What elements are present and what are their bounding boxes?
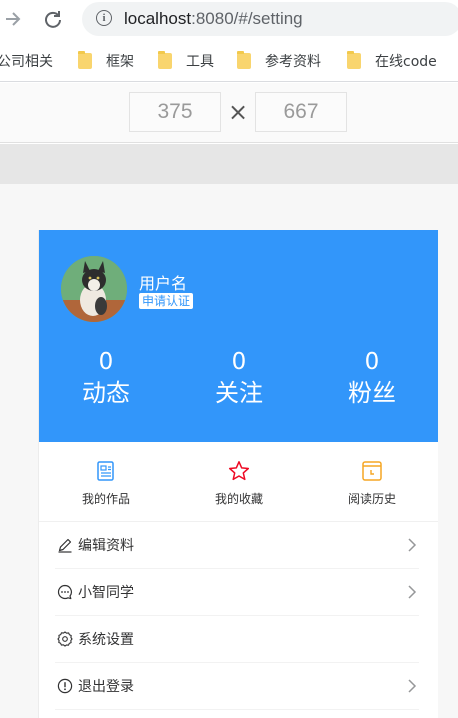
folder-icon (78, 51, 92, 69)
grid-item-reading-history[interactable]: 阅读历史 (305, 442, 438, 522)
bookmarks-bar: 公司相关 框架 工具 参考资料 在线code (0, 38, 458, 82)
mobile-app-viewport: 用户名 申请认证 0 动态 0 关注 0 粉丝 我的作品 我的收藏 阅读历史 编… (38, 230, 438, 718)
settings-icon (57, 631, 73, 647)
chevron-right-icon (405, 537, 419, 553)
divider (55, 709, 419, 710)
bookmark-tools[interactable]: 工具 (158, 51, 214, 71)
apply-verification-badge[interactable]: 申请认证 (139, 293, 194, 309)
history-icon (361, 460, 383, 482)
folder-icon (237, 51, 251, 69)
forward-arrow-icon[interactable] (2, 8, 24, 30)
bookmark-online-code[interactable]: 在线code (347, 51, 437, 71)
menu-xiaozhi-assistant[interactable]: 小智同学 (39, 569, 438, 616)
bookmark-label: 在线code (375, 54, 437, 70)
stat-followers[interactable]: 0 粉丝 (305, 348, 438, 410)
chevron-right-icon (405, 678, 419, 694)
stat-value: 0 (98, 349, 114, 375)
menu-edit-profile[interactable]: 编辑资料 (39, 522, 438, 569)
grid-item-my-works[interactable]: 我的作品 (39, 442, 173, 522)
shortcut-grid: 我的作品 我的收藏 阅读历史 (39, 442, 438, 522)
chevron-right-icon (405, 584, 419, 600)
grid-label: 我的作品 (81, 492, 130, 506)
folder-icon (158, 51, 172, 69)
bookmark-label: 参考资料 (265, 54, 321, 70)
browser-address-bar: i localhost:8080/#/setting (0, 0, 458, 38)
avatar[interactable] (61, 256, 127, 322)
menu-label: 编辑资料 (78, 538, 134, 554)
device-height-input[interactable]: 667 (255, 92, 347, 132)
username: 用户名 (139, 274, 188, 293)
bookmark-references[interactable]: 参考资料 (237, 51, 321, 71)
menu-system-settings[interactable]: 系统设置 (39, 616, 438, 663)
dimension-separator: × (228, 98, 249, 126)
menu-logout[interactable]: 退出登录 (39, 663, 438, 710)
stat-label: 动态 (82, 379, 130, 407)
stat-posts[interactable]: 0 动态 (39, 348, 173, 410)
chat-icon (57, 584, 73, 600)
star-icon (228, 460, 250, 482)
profile-header: 用户名 申请认证 0 动态 0 关注 0 粉丝 (39, 230, 438, 442)
bookmark-company[interactable]: 公司相关 (0, 51, 53, 71)
site-info-icon[interactable]: i (96, 10, 112, 26)
grid-item-my-favorites[interactable]: 我的收藏 (172, 442, 306, 522)
device-width-input[interactable]: 375 (129, 92, 221, 132)
stat-value: 0 (364, 349, 380, 375)
device-toolbar: 375 × 667 (0, 83, 458, 143)
stat-value: 0 (231, 349, 247, 375)
folder-icon (347, 51, 361, 69)
logout-icon (57, 678, 73, 694)
menu-label: 小智同学 (78, 585, 134, 601)
grid-label: 阅读历史 (347, 492, 396, 506)
bookmark-label: 框架 (106, 54, 134, 70)
url-field[interactable]: i localhost:8080/#/setting (82, 2, 458, 36)
menu-label: 退出登录 (78, 679, 134, 695)
menu-label: 系统设置 (78, 632, 134, 648)
bookmark-label: 工具 (186, 54, 214, 70)
stat-label: 关注 (215, 379, 263, 407)
stat-label: 粉丝 (348, 379, 396, 407)
url-text: localhost:8080/#/setting (124, 9, 303, 28)
grid-label: 我的收藏 (214, 492, 263, 506)
bookmark-frameworks[interactable]: 框架 (78, 51, 134, 71)
works-icon (95, 460, 117, 482)
stat-following[interactable]: 0 关注 (172, 348, 306, 410)
ruler-strip (0, 144, 458, 184)
edit-icon (57, 537, 73, 553)
bookmark-label: 公司相关 (0, 54, 53, 70)
reload-icon[interactable] (42, 8, 64, 30)
